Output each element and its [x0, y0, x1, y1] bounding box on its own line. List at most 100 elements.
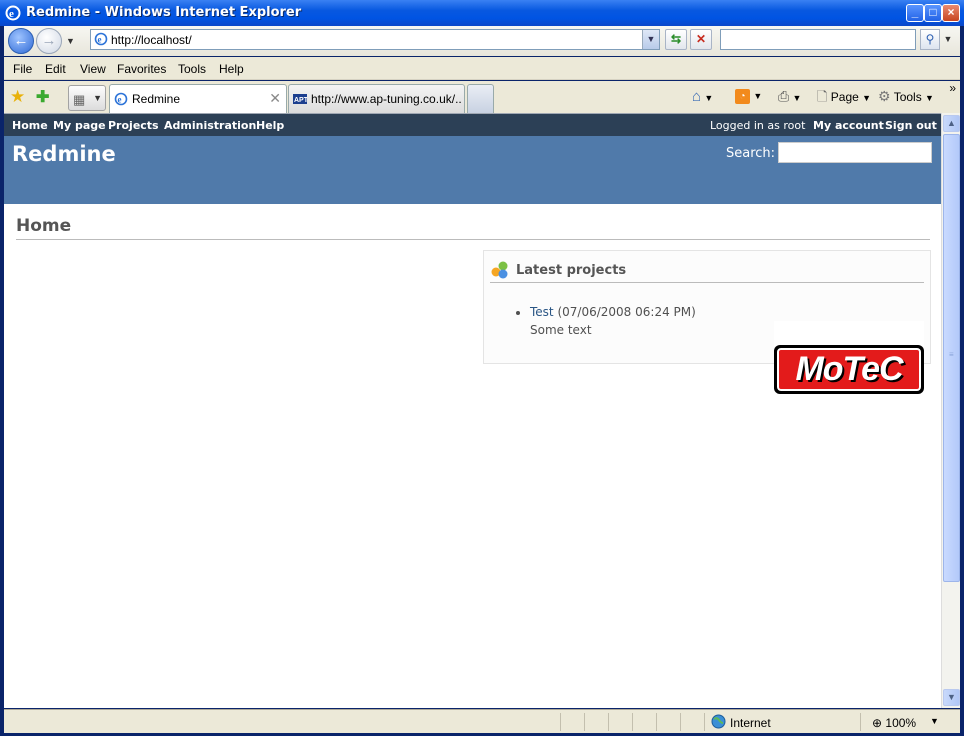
stop-button[interactable]: ✕: [690, 29, 712, 50]
title-bar: e Redmine - Windows Internet Explorer _ …: [0, 0, 964, 26]
maximize-button[interactable]: □: [924, 4, 942, 22]
projects-icon: [491, 261, 508, 279]
zoom-value: 100%: [885, 716, 917, 730]
status-divider: [860, 713, 861, 731]
tab-bar: ★ ✚ ▦ ▼ e Redmine ✕ APT http://www.ap-tu…: [4, 81, 960, 113]
menu-file[interactable]: File: [13, 62, 32, 76]
page-menu-label: Page: [830, 90, 859, 104]
status-divider: [608, 713, 609, 731]
home-icon: ⌂: [692, 88, 702, 105]
search-button[interactable]: ⚲: [920, 29, 940, 50]
redmine-search-input[interactable]: [778, 142, 932, 163]
app-title: Redmine: [12, 142, 116, 166]
back-button[interactable]: ←: [8, 28, 34, 54]
vertical-scrollbar[interactable]: ▲ ≡ ▼: [941, 113, 960, 708]
recent-pages-dropdown[interactable]: ▼: [66, 36, 75, 46]
svg-text:e: e: [9, 8, 14, 20]
menu-help[interactable]: Help: [219, 62, 244, 76]
home-dropdown[interactable]: ▼: [704, 93, 713, 103]
home-button[interactable]: ⌂ ▼: [692, 88, 713, 105]
quick-tabs-button[interactable]: ▦ ▼: [68, 85, 106, 111]
forward-button[interactable]: →: [36, 28, 62, 54]
page-dropdown[interactable]: ▼: [862, 93, 871, 103]
add-favorites-icon[interactable]: ✚: [36, 87, 49, 107]
nav-sign-out[interactable]: Sign out: [885, 119, 937, 132]
status-divider: [680, 713, 681, 731]
search-options-dropdown[interactable]: ▼: [941, 29, 955, 50]
minimize-button[interactable]: _: [906, 4, 924, 22]
nav-my-page[interactable]: My page: [53, 119, 106, 132]
refresh-button[interactable]: ⇆: [665, 29, 687, 50]
page-viewport: Home My page Projects Administration Hel…: [4, 113, 941, 708]
tab-ap-tuning[interactable]: APT http://www.ap-tuning.co.uk/...: [288, 84, 465, 113]
menu-tools[interactable]: Tools: [178, 62, 206, 76]
url-text[interactable]: http://localhost/: [111, 33, 192, 47]
status-bar: Internet ⊕ 100% ▼: [4, 709, 960, 733]
project-list: Test (07/06/2008 06:24 PM) Some text: [530, 303, 696, 339]
address-dropdown[interactable]: ▼: [642, 30, 659, 49]
internet-explorer-icon: e: [114, 92, 128, 106]
zoom-level[interactable]: ⊕ 100%: [872, 716, 916, 730]
svg-text:e: e: [118, 95, 122, 105]
logo-text: MoTeC: [795, 350, 903, 388]
menu-favorites[interactable]: Favorites: [117, 62, 166, 76]
quick-tabs-icon: ▦: [73, 92, 86, 107]
status-divider: [584, 713, 585, 731]
tab-redmine[interactable]: e Redmine ✕: [109, 84, 287, 113]
box-divider: [490, 282, 924, 283]
page-menu-button[interactable]: 🗋 Page ▼: [817, 88, 871, 110]
gear-icon: ⚙: [878, 88, 891, 104]
close-tab-icon[interactable]: ✕: [269, 90, 281, 107]
nav-administration[interactable]: Administration: [164, 119, 256, 132]
nav-projects[interactable]: Projects: [108, 119, 159, 132]
tools-menu-button[interactable]: ⚙ Tools ▼: [878, 88, 934, 105]
window-title: Redmine - Windows Internet Explorer: [26, 5, 302, 20]
search-label: Search:: [726, 146, 776, 161]
more-commands-chevron[interactable]: »: [949, 81, 956, 95]
print-button[interactable]: ⎙ ▼: [778, 88, 801, 105]
status-divider: [656, 713, 657, 731]
tab-label: http://www.ap-tuning.co.uk/...: [311, 92, 461, 106]
latest-projects-title: Latest projects: [516, 263, 627, 278]
scroll-up-button[interactable]: ▲: [943, 115, 960, 132]
logged-in-as: Logged in as root: [710, 119, 806, 132]
list-item: Test (07/06/2008 06:24 PM) Some text: [530, 303, 696, 339]
svg-text:e: e: [98, 35, 102, 45]
feeds-button[interactable]: ◔ ▼: [735, 88, 762, 104]
browser-search-input[interactable]: [720, 29, 916, 50]
status-divider: [632, 713, 633, 731]
nav-my-account[interactable]: My account: [813, 119, 884, 132]
security-zone[interactable]: Internet: [730, 716, 771, 730]
close-button[interactable]: ×: [942, 4, 960, 22]
scroll-down-button[interactable]: ▼: [943, 689, 960, 706]
globe-icon: [711, 714, 726, 729]
forward-arrow-icon: →: [41, 32, 57, 49]
nav-home[interactable]: Home: [12, 119, 48, 132]
scroll-thumb[interactable]: ≡: [943, 134, 960, 582]
print-dropdown[interactable]: ▼: [793, 93, 802, 103]
page-title: Home: [16, 216, 72, 236]
title-divider: [16, 239, 930, 240]
tab-list-dropdown[interactable]: ▼: [93, 93, 102, 103]
new-tab-button[interactable]: [467, 84, 494, 113]
status-divider: [704, 713, 705, 731]
menu-edit[interactable]: Edit: [45, 62, 66, 76]
project-link[interactable]: Test: [530, 305, 554, 319]
nav-help[interactable]: Help: [256, 119, 284, 132]
svg-text:APT: APT: [294, 97, 307, 104]
rss-feed-icon: ◔: [735, 89, 750, 104]
page-icon: 🗋: [817, 89, 828, 104]
address-toolbar: ← → ▼ e http://localhost/ ▼ ⇆ ✕ ⚲ ▼: [4, 26, 960, 56]
stop-icon: ✕: [695, 32, 707, 46]
tools-menu-label: Tools: [893, 90, 922, 104]
tools-dropdown[interactable]: ▼: [925, 93, 934, 103]
magnifier-icon: ⚲: [925, 32, 935, 46]
feeds-dropdown[interactable]: ▼: [753, 91, 762, 101]
zoom-dropdown[interactable]: ▼: [930, 716, 939, 726]
menu-view[interactable]: View: [80, 62, 106, 76]
project-date: (07/06/2008 06:24 PM): [557, 305, 696, 319]
printer-icon: ⎙: [778, 88, 790, 104]
refresh-icon: ⇆: [670, 32, 682, 46]
address-bar[interactable]: e http://localhost/ ▼: [90, 29, 660, 50]
favorites-center-icon[interactable]: ★: [10, 87, 25, 107]
